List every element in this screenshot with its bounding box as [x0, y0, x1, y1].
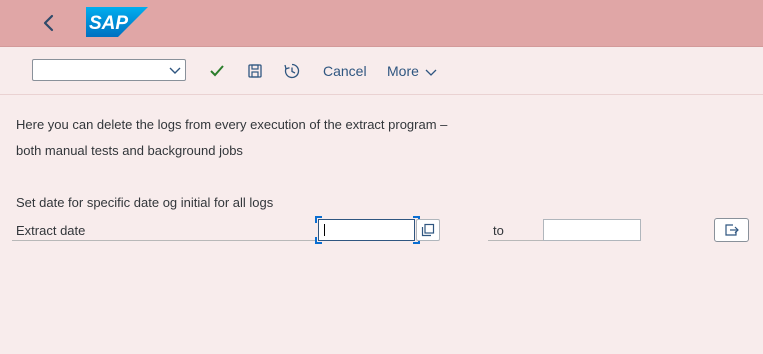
sap-logo-text: SAP	[89, 13, 128, 34]
label-underline	[12, 240, 315, 241]
text-cursor	[324, 224, 325, 236]
to-label: to	[493, 223, 504, 238]
cancel-button[interactable]: Cancel	[323, 63, 367, 79]
focus-corner	[315, 237, 322, 244]
back-button[interactable]	[36, 11, 62, 35]
shell-bar: SAP	[0, 0, 763, 47]
save-icon	[248, 64, 262, 78]
extract-date-from-input[interactable]	[318, 219, 415, 241]
multiple-selection-button[interactable]	[714, 218, 749, 242]
variant-select[interactable]	[32, 59, 186, 81]
chevron-down-icon	[169, 67, 181, 74]
more-button[interactable]: More	[387, 63, 437, 79]
sap-logo: SAP	[86, 7, 148, 42]
checkmark-icon	[210, 65, 224, 77]
save-button[interactable]	[245, 61, 265, 81]
chevron-down-icon	[425, 69, 437, 77]
execute-button[interactable]	[207, 61, 227, 81]
multiple-selection-icon	[724, 224, 739, 236]
value-help-button[interactable]	[416, 219, 440, 241]
to-label-underline	[488, 240, 544, 241]
history-icon	[284, 63, 300, 79]
history-button[interactable]	[282, 61, 302, 81]
extract-date-to-input[interactable]	[543, 219, 641, 241]
description-line-1: Here you can delete the logs from every …	[16, 117, 448, 132]
instruction-text: Set date for specific date og initial fo…	[16, 195, 274, 210]
more-label: More	[387, 63, 419, 79]
app-page: SAP Cancel More Here you can delete the …	[0, 0, 763, 354]
toolbar: Cancel More	[0, 47, 763, 95]
focus-corner	[315, 216, 322, 223]
value-help-icon	[421, 223, 435, 237]
back-arrow-icon	[43, 14, 54, 32]
extract-date-label: Extract date	[16, 223, 86, 238]
description-line-2: both manual tests and background jobs	[16, 143, 243, 158]
